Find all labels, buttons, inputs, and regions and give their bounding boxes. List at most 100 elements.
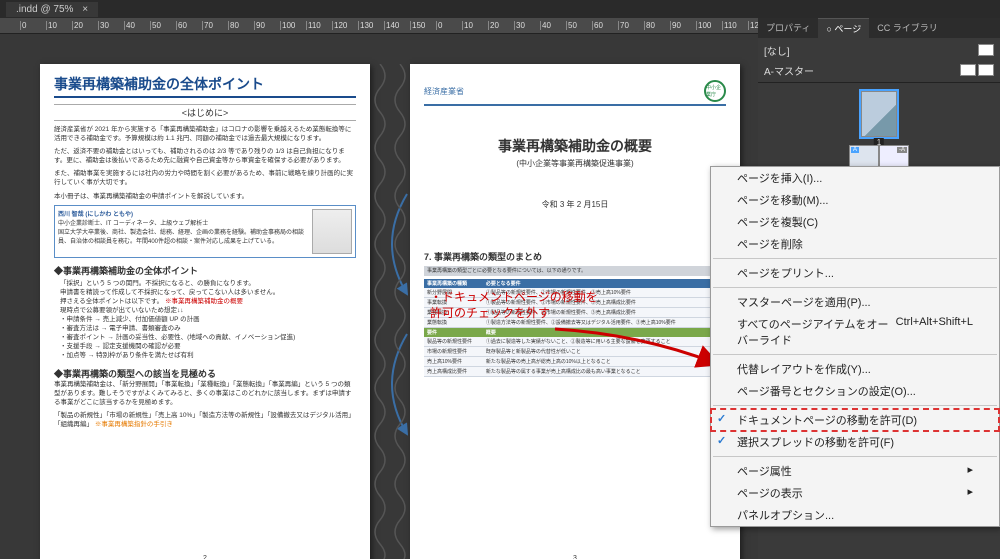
menu-panel-options[interactable]: パネルオプション... [711, 504, 999, 526]
page-title: 事業再構築補助金の全体ポイント [54, 74, 356, 98]
page-thumb-1[interactable]: 1 [861, 91, 897, 137]
cover-subtitle: (中小企業等事業再構築促進事業) [424, 158, 726, 169]
body-text: ただ、返済不要の補助金とはいっても、補助されるのは 2/3 等であり残りの 1/… [54, 147, 356, 165]
tab-cc-libraries[interactable]: CC ライブラリ [869, 18, 946, 38]
menu-separator [713, 287, 997, 288]
document-canvas[interactable]: 事業再構築補助金の全体ポイント <はじめに> 経済産業省が 2021 年から実施… [0, 34, 758, 559]
list-item: ・審査ポイント → 計画の妥当性、必要性、(地域への貢献、イノベーション促進) [60, 333, 356, 342]
list-item: ・支援手段 → 認定支援機関の確認が必要 [60, 342, 356, 351]
body-text: 経済産業省が 2021 年から実施する「事業再構築補助金」はコロナの影響を乗越え… [54, 125, 356, 143]
author-photo [312, 209, 352, 254]
tab-properties[interactable]: プロパティ [758, 18, 818, 38]
master-label: [なし] [764, 43, 790, 58]
list-item: ・審査方法は → 電子申請、書類審査のみ [60, 324, 356, 333]
menu-separator [713, 405, 997, 406]
master-label: A-マスター [764, 63, 814, 78]
ruler-tick: 50 [566, 21, 592, 30]
ruler-tick: 0 [436, 21, 462, 30]
author-name: 西川 智哉 (にしかわ ともや) [58, 209, 308, 218]
document-tab-title: .indd @ 75% [16, 4, 73, 15]
cover-date: 令和 3 年 2 月15日 [424, 199, 726, 210]
master-badge: -A [897, 147, 907, 153]
menu-page-attributes[interactable]: ページ属性▸ [711, 460, 999, 482]
author-box: 西川 智哉 (にしかわ ともや) 中小企業診断士、IT コーディネータ、上級ウェ… [54, 205, 356, 258]
ruler-tick: 130 [358, 21, 384, 30]
menu-view-pages[interactable]: ページの表示▸ [711, 482, 999, 504]
red-note: ※事業再構築補助金の概要 [165, 298, 243, 305]
section-heading: ◆事業再構築の類型への該当を見極める [54, 367, 356, 380]
menu-allow-doc-pages-shuffle[interactable]: ✓ドキュメントページの移動を許可(D) [711, 409, 999, 431]
ruler-tick: 110 [722, 21, 748, 30]
pages-context-menu: ページを挿入(I)... ページを移動(M)... ページを複製(C) ページを… [710, 166, 1000, 527]
author-bio: 国立大学大卒業後、商社、製造会社、総務、経理、企画の業務を経験。補助金事務局の相… [58, 227, 308, 245]
menu-numbering-section[interactable]: ページ番号とセクションの設定(O)... [711, 380, 999, 402]
document-tab[interactable]: .indd @ 75% × [6, 2, 98, 17]
menu-insert-pages[interactable]: ページを挿入(I)... [711, 167, 999, 189]
annotation-text: ・ドキュメントページの移動を許可のチェックを外す [430, 290, 598, 321]
ruler-tick: 70 [618, 21, 644, 30]
ministry-logo: 経済産業省 [424, 86, 464, 97]
body-text: 事業再構築補助金は、「新分野展開」「事業転換」「業種転換」「業態転換」「事業再編… [54, 380, 356, 407]
ruler-tick: 0 [20, 21, 46, 30]
ruler-tick: 20 [72, 21, 98, 30]
page-number: 2 [203, 555, 207, 559]
ruler-tick: 60 [176, 21, 202, 30]
menu-apply-master[interactable]: マスターページを適用(P)... [711, 291, 999, 313]
menu-allow-selected-spread-shuffle[interactable]: ✓選択スプレッドの移動を許可(F) [711, 431, 999, 453]
body-text: また、補助事業を実施するには社内の労力や時間を割く必要があるため、事前に戦略を練… [54, 169, 356, 187]
menu-separator [713, 456, 997, 457]
master-thumb-icon [960, 64, 976, 76]
menu-move-pages[interactable]: ページを移動(M)... [711, 189, 999, 211]
list-item: 申請書を精読って作成して不採択になって、戻ってこない人は多いません。 [60, 288, 356, 297]
menu-separator [713, 354, 997, 355]
annotation-arrow-icon [550, 324, 730, 384]
ruler-tick: 110 [306, 21, 332, 30]
ruler-tick: 40 [124, 21, 150, 30]
list-item: ・加点等 → 特別枠があり条件を満たせば有利 [60, 351, 356, 360]
master-a[interactable]: A-マスター [764, 60, 994, 80]
list-item: 現時点で公募要領が出ていないため想定↓↓ [60, 306, 356, 315]
close-icon[interactable]: × [82, 4, 88, 15]
orange-note: ※事業再構築指針の手引き [95, 421, 173, 428]
menu-duplicate-page[interactable]: ページを複製(C) [711, 211, 999, 233]
section-lead: 事業再構築の類型ごとに必要となる要件については、以下の通りです。 [424, 266, 726, 276]
ruler-tick: 20 [488, 21, 514, 30]
tab-pages[interactable]: ○ ページ [818, 18, 869, 38]
menu-separator [713, 258, 997, 259]
intro-heading: <はじめに> [54, 104, 356, 121]
menu-create-alternate-layout[interactable]: 代替レイアウトを作成(Y)... [711, 358, 999, 380]
cover-title: 事業再構築補助金の概要 [424, 136, 726, 156]
master-thumb-icon [978, 64, 994, 76]
ruler-tick: 40 [540, 21, 566, 30]
body-text: 本小冊子は、事業再構築補助金の申請ポイントを解説しています。 [54, 192, 356, 201]
menu-print-pages[interactable]: ページをプリント... [711, 262, 999, 284]
page-left: 事業再構築補助金の全体ポイント <はじめに> 経済産業省が 2021 年から実施… [40, 64, 370, 559]
ruler-tick: 10 [462, 21, 488, 30]
page-number: 3 [573, 555, 577, 559]
master-none[interactable]: [なし] [764, 40, 994, 60]
ruler-tick: 60 [592, 21, 618, 30]
ruler-tick: 30 [514, 21, 540, 30]
master-badge: A [851, 147, 859, 153]
check-icon: ✓ [717, 434, 726, 447]
submenu-arrow-icon: ▸ [967, 485, 973, 501]
author-credential: 中小企業診断士、IT コーディネータ、上級ウェブ解析士 [58, 218, 308, 227]
list-item: 押さえる全体ポイントは以下です。 ※事業再構築補助金の概要 [60, 297, 356, 306]
ruler-tick: 90 [670, 21, 696, 30]
menu-delete-page[interactable]: ページを削除 [711, 233, 999, 255]
page-torn-edge-icon [370, 64, 410, 559]
list-item: ・申請条件 → 売上減少、付加価値額 UP の計画 [60, 315, 356, 324]
ruler-tick: 120 [332, 21, 358, 30]
agency-badge-icon: 中小企業庁 [704, 80, 726, 102]
document-tab-bar: .indd @ 75% × [0, 0, 1000, 18]
list-item: 「採択」という 5 つの関門。不採択になると、の勝負になります。 [60, 279, 356, 288]
submenu-arrow-icon: ▸ [967, 463, 973, 479]
ruler-tick: 150 [410, 21, 436, 30]
menu-override-all[interactable]: すべてのページアイテムをオーバーライドCtrl+Alt+Shift+L [711, 313, 999, 351]
ruler-tick: 70 [202, 21, 228, 30]
ruler-tick: 30 [98, 21, 124, 30]
ruler-tick: 100 [280, 21, 306, 30]
menu-shortcut: Ctrl+Alt+Shift+L [896, 316, 973, 348]
master-thumb-icon [978, 44, 994, 56]
check-icon: ✓ [717, 412, 726, 425]
